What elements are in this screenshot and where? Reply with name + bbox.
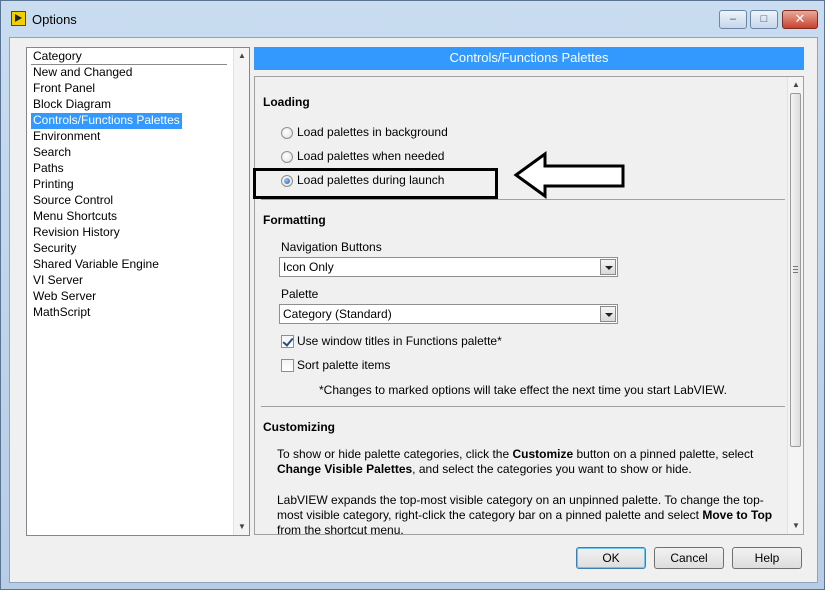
category-list-scrollbar[interactable]: ▲ ▼: [233, 48, 249, 535]
radio-button[interactable]: [281, 127, 293, 139]
highlight-box: [253, 168, 498, 199]
scroll-down-arrow-icon[interactable]: ▼: [234, 519, 250, 535]
help-button[interactable]: Help: [732, 547, 802, 569]
customizing-section-title: Customizing: [263, 420, 335, 434]
grip-line: [793, 269, 798, 270]
title-bar[interactable]: Options – □ ✕: [1, 1, 825, 37]
category-item-source-control[interactable]: Source Control: [31, 193, 115, 209]
radio-label: Load palettes when needed: [297, 149, 445, 163]
category-item-web-server[interactable]: Web Server: [31, 289, 98, 305]
checkbox-checked[interactable]: [281, 335, 294, 348]
category-item-new-and-changed[interactable]: New and Changed: [31, 65, 134, 81]
maximize-button[interactable]: □: [750, 10, 778, 29]
palette-label: Palette: [281, 287, 319, 301]
section-divider: [261, 199, 785, 200]
dialog-client-area: Category New and Changed Front Panel Blo…: [9, 37, 818, 583]
customizing-paragraph-2: LabVIEW expands the top-most visible cat…: [277, 493, 773, 535]
close-button[interactable]: ✕: [782, 10, 818, 29]
section-divider: [261, 406, 785, 407]
palette-value: Category (Standard): [283, 307, 392, 321]
category-item-revision-history[interactable]: Revision History: [31, 225, 122, 241]
scroll-up-arrow-icon[interactable]: ▲: [234, 48, 250, 64]
checkbox[interactable]: [281, 359, 294, 372]
cancel-button[interactable]: Cancel: [654, 547, 724, 569]
loading-section-title: Loading: [263, 95, 310, 109]
category-item-printing[interactable]: Printing: [31, 177, 76, 193]
category-item-environment[interactable]: Environment: [31, 129, 102, 145]
navigation-buttons-select[interactable]: Icon Only: [279, 257, 618, 277]
ok-button[interactable]: OK: [576, 547, 646, 569]
checkbox-label: Sort palette items: [297, 358, 391, 372]
category-item-vi-server[interactable]: VI Server: [31, 273, 85, 289]
grip-line: [793, 266, 798, 267]
minimize-button[interactable]: –: [719, 10, 747, 29]
left-arrow-icon: [513, 151, 625, 199]
category-list[interactable]: Category New and Changed Front Panel Blo…: [26, 47, 250, 536]
settings-panel: Loading Load palettes in background Load…: [254, 76, 804, 535]
palette-select[interactable]: Category (Standard): [279, 304, 618, 324]
category-item-block-diagram[interactable]: Block Diagram: [31, 97, 113, 113]
restart-note: *Changes to marked options will take eff…: [319, 383, 727, 397]
category-item-paths[interactable]: Paths: [31, 161, 66, 177]
customizing-paragraph-1: To show or hide palette categories, clic…: [277, 447, 754, 476]
category-item-controls-functions-palettes[interactable]: Controls/Functions Palettes: [31, 113, 182, 129]
checkbox-label: Use window titles in Functions palette*: [297, 334, 502, 348]
dropdown-arrow-icon[interactable]: [600, 259, 616, 275]
panel-header: Controls/Functions Palettes: [254, 47, 804, 70]
options-dialog: Options – □ ✕ Category New and Changed F…: [0, 0, 825, 590]
window-title: Options: [32, 12, 77, 27]
category-item-mathscript[interactable]: MathScript: [31, 305, 92, 321]
category-item-front-panel[interactable]: Front Panel: [31, 81, 97, 97]
category-item-search[interactable]: Search: [31, 145, 73, 161]
navigation-buttons-value: Icon Only: [283, 260, 334, 274]
category-list-header: Category: [33, 49, 82, 63]
scroll-up-arrow-icon[interactable]: ▲: [788, 77, 803, 93]
formatting-section-title: Formatting: [263, 213, 326, 227]
dropdown-arrow-icon[interactable]: [600, 306, 616, 322]
navigation-buttons-label: Navigation Buttons: [281, 240, 382, 254]
category-item-shared-variable-engine[interactable]: Shared Variable Engine: [31, 257, 161, 273]
category-item-menu-shortcuts[interactable]: Menu Shortcuts: [31, 209, 119, 225]
scrollbar-thumb[interactable]: [790, 93, 801, 447]
settings-panel-scrollbar[interactable]: ▲ ▼: [787, 77, 803, 534]
category-item-security[interactable]: Security: [31, 241, 78, 257]
radio-button[interactable]: [281, 151, 293, 163]
grip-line: [793, 272, 798, 273]
labview-app-icon: [11, 11, 26, 26]
scroll-down-arrow-icon[interactable]: ▼: [788, 518, 803, 534]
radio-label: Load palettes in background: [297, 125, 448, 139]
